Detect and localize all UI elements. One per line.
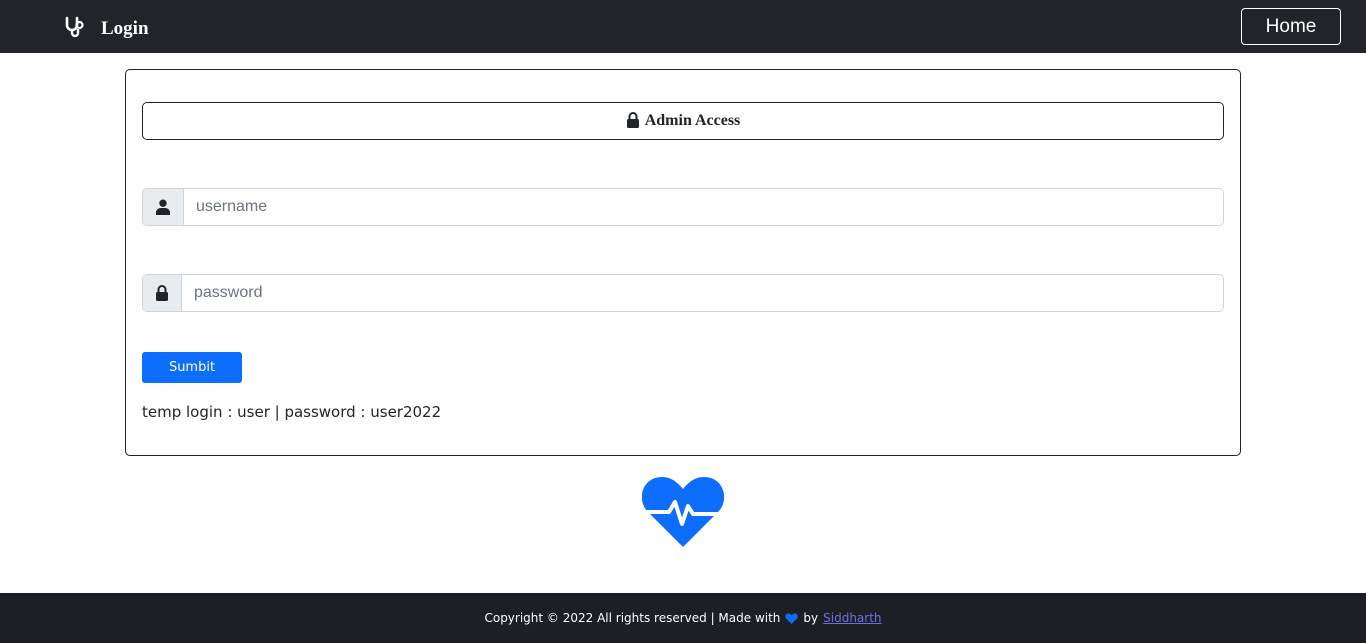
username-input[interactable] xyxy=(184,189,1223,225)
heart-icon xyxy=(785,612,799,624)
lock-icon xyxy=(626,112,639,128)
submit-button[interactable]: Sumbit xyxy=(142,352,242,383)
card-header-title: Admin Access xyxy=(644,112,741,129)
username-group xyxy=(142,188,1224,226)
heartbeat-icon xyxy=(642,477,724,547)
username-addon xyxy=(143,189,184,225)
password-input[interactable] xyxy=(182,275,1223,311)
footer: Copyright © 2022 All rights reserved | M… xyxy=(0,593,1366,643)
password-group xyxy=(142,274,1224,312)
home-button[interactable]: Home xyxy=(1241,8,1341,45)
lock-icon xyxy=(156,285,168,301)
login-card: Admin Access Sumbit temp login : user | … xyxy=(125,69,1241,456)
navbar-title: Login xyxy=(101,18,149,39)
temp-login-note: temp login : user | password : user2022 xyxy=(142,403,442,421)
stethoscope-icon xyxy=(65,16,84,38)
user-icon xyxy=(156,199,170,215)
footer-by: by xyxy=(803,611,819,625)
footer-copyright: Copyright © 2022 All rights reserved | M… xyxy=(484,611,781,625)
author-link[interactable]: Siddharth xyxy=(823,611,881,625)
card-header: Admin Access xyxy=(142,102,1224,140)
password-addon xyxy=(143,275,182,311)
navbar: Login Home xyxy=(0,0,1366,53)
